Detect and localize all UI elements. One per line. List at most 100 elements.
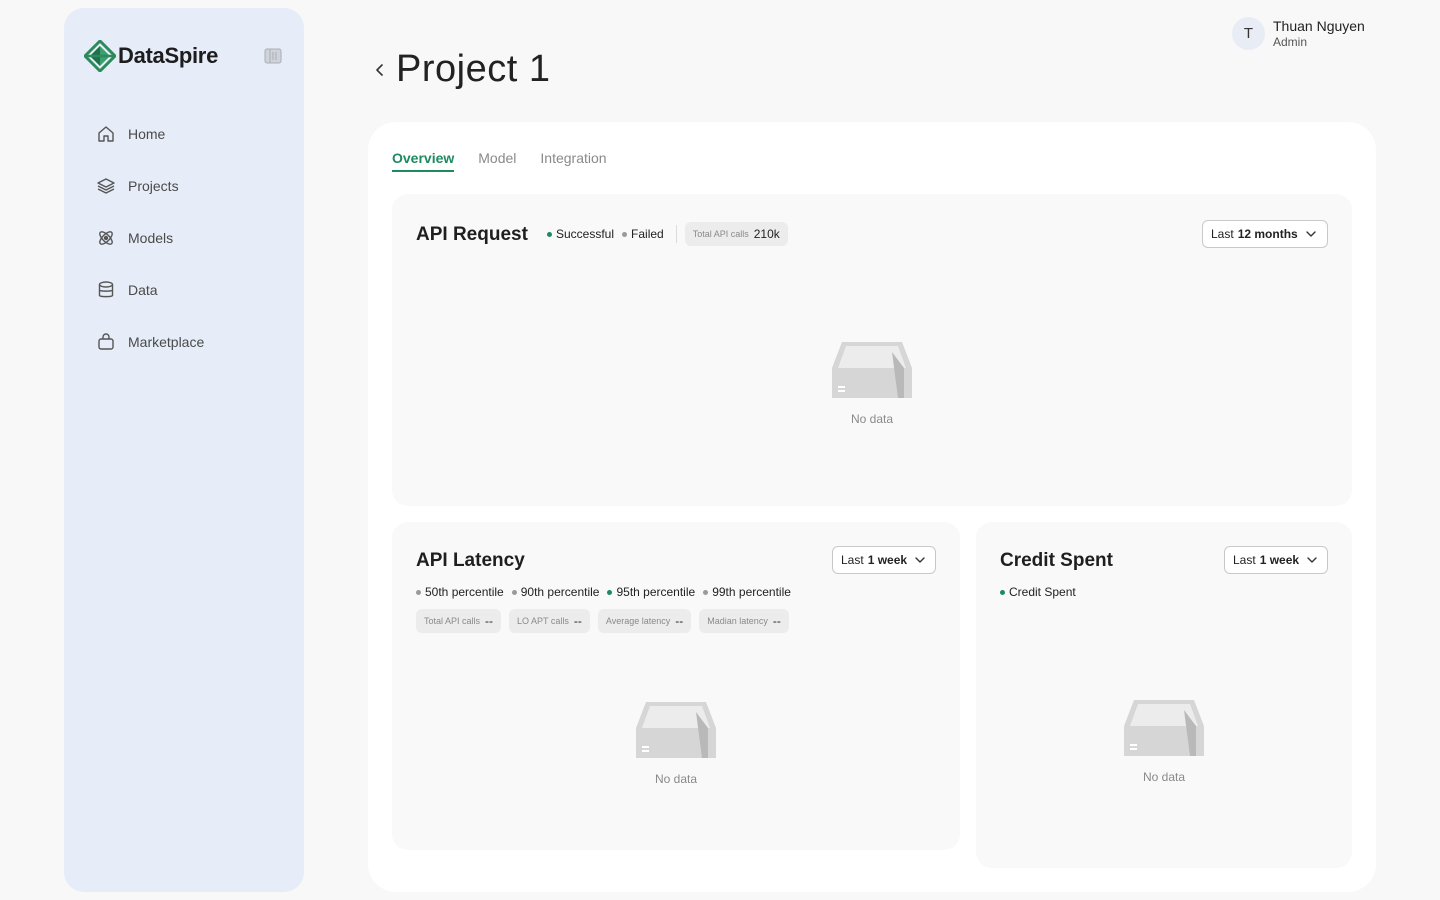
page-title: Project 1 (396, 48, 551, 90)
atom-icon (99, 231, 113, 245)
legend-label: 99th percentile (712, 585, 791, 599)
dropdown-prefix: Last (1211, 227, 1234, 241)
lo-apt-calls-stat: LO APT calls -- (509, 609, 590, 633)
stat-label: Madian latency (707, 616, 768, 626)
stat-label: LO APT calls (517, 616, 569, 626)
legend-label: Failed (631, 227, 664, 241)
stat-label: Total API calls (692, 229, 749, 239)
main-content: Overview Model Integration API Request S… (368, 122, 1376, 892)
sidebar-item-projects[interactable]: Projects (96, 160, 286, 212)
api-latency-legend: 50th percentile 90th percentile 95th per… (416, 584, 799, 600)
sidebar-item-label: Projects (128, 178, 179, 194)
avatar: T (1232, 17, 1265, 50)
api-latency-title: API Latency (416, 550, 525, 571)
chevron-left-icon (376, 63, 383, 76)
legend-item-p95: 95th percentile (607, 585, 695, 599)
api-latency-empty-state: No data (636, 700, 716, 786)
sidebar-item-marketplace[interactable]: Marketplace (96, 316, 286, 368)
legend-label: Successful (556, 227, 615, 241)
sidebar: DataSpire Home Projects Models Data Mark… (64, 8, 304, 892)
stat-value: -- (675, 614, 684, 628)
sidebar-item-label: Home (128, 126, 166, 142)
api-request-range-dropdown[interactable]: Last 12 months (1202, 220, 1328, 248)
empty-state-label: No data (850, 412, 894, 426)
legend-dot (703, 589, 709, 595)
database-icon (98, 281, 114, 298)
legend-dot (1000, 589, 1005, 595)
api-latency-range-dropdown[interactable]: Last 1 week (832, 546, 936, 574)
collapse-sidebar-button[interactable] (264, 48, 282, 64)
legend-item-p50: 50th percentile (416, 585, 504, 599)
dropdown-value: 12 months (1237, 227, 1298, 241)
tab-integration[interactable]: Integration (540, 150, 606, 172)
legend-dot (511, 589, 517, 595)
sidebar-item-label: Marketplace (128, 334, 205, 350)
legend-label: 95th percentile (616, 585, 696, 599)
back-button[interactable] (370, 60, 390, 80)
legend-item-failed: Failed (622, 227, 664, 241)
tab-bar: Overview Model Integration (392, 150, 607, 172)
empty-box-icon (636, 702, 716, 758)
sidebar-item-label: Models (128, 230, 174, 246)
tab-model[interactable]: Model (478, 150, 516, 172)
stat-value: -- (772, 614, 781, 628)
tab-overview[interactable]: Overview (392, 150, 455, 172)
legend-item-credit-spent: Credit Spent (1000, 585, 1076, 599)
credit-spent-range-dropdown[interactable]: Last 1 week (1224, 546, 1328, 574)
dataspire-logo-icon (84, 40, 116, 72)
legend-dot (622, 231, 628, 237)
legend-label: 90th percentile (520, 585, 600, 599)
credit-spent-legend: Credit Spent (1000, 584, 1084, 600)
stat-value: -- (573, 614, 582, 628)
sidebar-item-label: Data (128, 282, 158, 298)
dropdown-prefix: Last (841, 553, 864, 567)
home-icon (98, 126, 114, 142)
page-header: Project 1 (370, 48, 550, 91)
api-latency-stats: Total API calls -- LO APT calls -- Avera… (416, 609, 789, 633)
legend-dot (547, 231, 552, 237)
chevron-down-icon (1306, 231, 1316, 237)
credit-spent-panel: Credit Spent Last 1 week Credit Spent No… (976, 522, 1352, 868)
api-latency-panel: API Latency Last 1 week 50th percentile … (392, 522, 960, 850)
total-api-calls-stat: Total API calls -- (416, 609, 502, 633)
dropdown-prefix: Last (1233, 553, 1256, 567)
legend-dot (607, 589, 613, 595)
legend-label: Credit Spent (1009, 585, 1076, 599)
average-latency-stat: Average latency -- (597, 609, 692, 633)
user-info: Thuan Nguyen Admin (1273, 18, 1365, 50)
api-request-title: API Request (416, 224, 528, 245)
legend-item-p99: 99th percentile (703, 585, 791, 599)
user-role: Admin (1273, 34, 1308, 49)
layers-icon (97, 178, 115, 194)
api-request-legend: Successful Failed Total API calls 210k (547, 222, 788, 246)
logo[interactable]: DataSpire (84, 40, 218, 72)
total-api-calls-stat: Total API calls 210k (684, 222, 788, 246)
stat-value: 210k (753, 227, 780, 241)
chevron-down-icon (1307, 557, 1317, 563)
empty-box-icon (1124, 700, 1204, 756)
credit-spent-empty-state: No data (1124, 698, 1204, 784)
empty-box-icon (832, 342, 912, 398)
credit-spent-title: Credit Spent (1000, 550, 1113, 571)
sidebar-item-data[interactable]: Data (96, 264, 286, 316)
brand-name: DataSpire (118, 43, 219, 68)
sidebar-nav: Home Projects Models Data Marketplace (96, 108, 286, 368)
empty-state-label: No data (1142, 770, 1186, 784)
dropdown-value: 1 week (867, 553, 908, 567)
legend-item-successful: Successful (547, 227, 614, 241)
legend-label: 50th percentile (425, 585, 504, 599)
api-request-panel: API Request Successful Failed Total API … (392, 194, 1352, 506)
sidebar-item-models[interactable]: Models (96, 212, 286, 264)
legend-dot (416, 589, 421, 595)
user-name: Thuan Nguyen (1273, 17, 1365, 34)
sidebar-item-home[interactable]: Home (96, 108, 286, 160)
chevron-down-icon (915, 557, 925, 563)
legend-item-p90: 90th percentile (511, 585, 600, 599)
stat-label: Average latency (605, 616, 671, 626)
api-request-empty-state: No data (832, 340, 912, 426)
dropdown-value: 1 week (1259, 553, 1300, 567)
empty-state-label: No data (654, 772, 698, 786)
median-latency-stat: Madian latency -- (699, 609, 789, 633)
bag-icon (98, 333, 114, 350)
user-menu[interactable]: T Thuan Nguyen Admin (1232, 17, 1365, 50)
